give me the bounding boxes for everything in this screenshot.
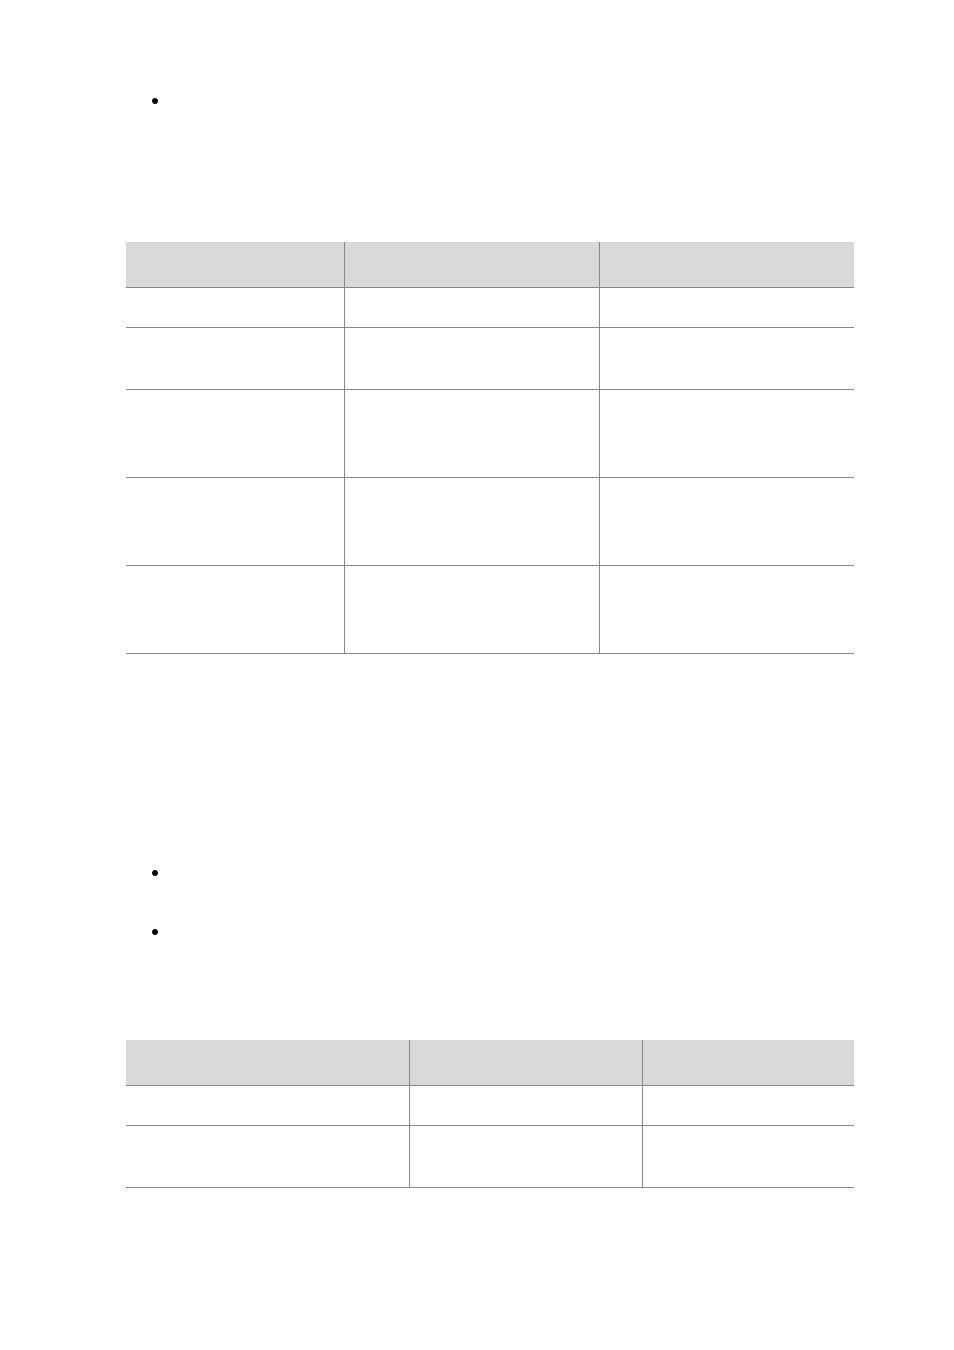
table-cell xyxy=(643,1085,854,1125)
bullet-icon xyxy=(152,929,158,935)
table-row xyxy=(126,389,854,477)
table-cell xyxy=(126,389,344,477)
table-header-cell xyxy=(126,1040,410,1085)
table-cell xyxy=(410,1085,643,1125)
table-cell xyxy=(344,565,599,653)
table-row xyxy=(126,287,854,327)
table-row xyxy=(126,1085,854,1125)
table-header-cell xyxy=(126,242,344,287)
table-cell xyxy=(344,389,599,477)
table-header-cell xyxy=(643,1040,854,1085)
table-cell xyxy=(126,1085,410,1125)
table-2 xyxy=(126,1040,854,1188)
table-row xyxy=(126,477,854,565)
table-cell xyxy=(599,565,854,653)
table-cell xyxy=(344,477,599,565)
table-cell xyxy=(344,287,599,327)
table-cell xyxy=(126,287,344,327)
table-cell xyxy=(126,1125,410,1187)
table-cell xyxy=(126,477,344,565)
table-cell xyxy=(126,327,344,389)
table-row xyxy=(126,565,854,653)
table-cell xyxy=(410,1125,643,1187)
table-row xyxy=(126,1125,854,1187)
table-row xyxy=(126,327,854,389)
table-cell xyxy=(643,1125,854,1187)
table-header-cell xyxy=(344,242,599,287)
table-header-row xyxy=(126,242,854,287)
table-cell xyxy=(344,327,599,389)
table-header-cell xyxy=(410,1040,643,1085)
table-header-row xyxy=(126,1040,854,1085)
table-cell xyxy=(599,287,854,327)
table-header-cell xyxy=(599,242,854,287)
table-cell xyxy=(126,565,344,653)
table-cell xyxy=(599,477,854,565)
table-cell xyxy=(599,327,854,389)
bullet-icon xyxy=(152,98,158,104)
table-cell xyxy=(599,389,854,477)
bullet-icon xyxy=(152,870,158,876)
table-1 xyxy=(126,242,854,654)
